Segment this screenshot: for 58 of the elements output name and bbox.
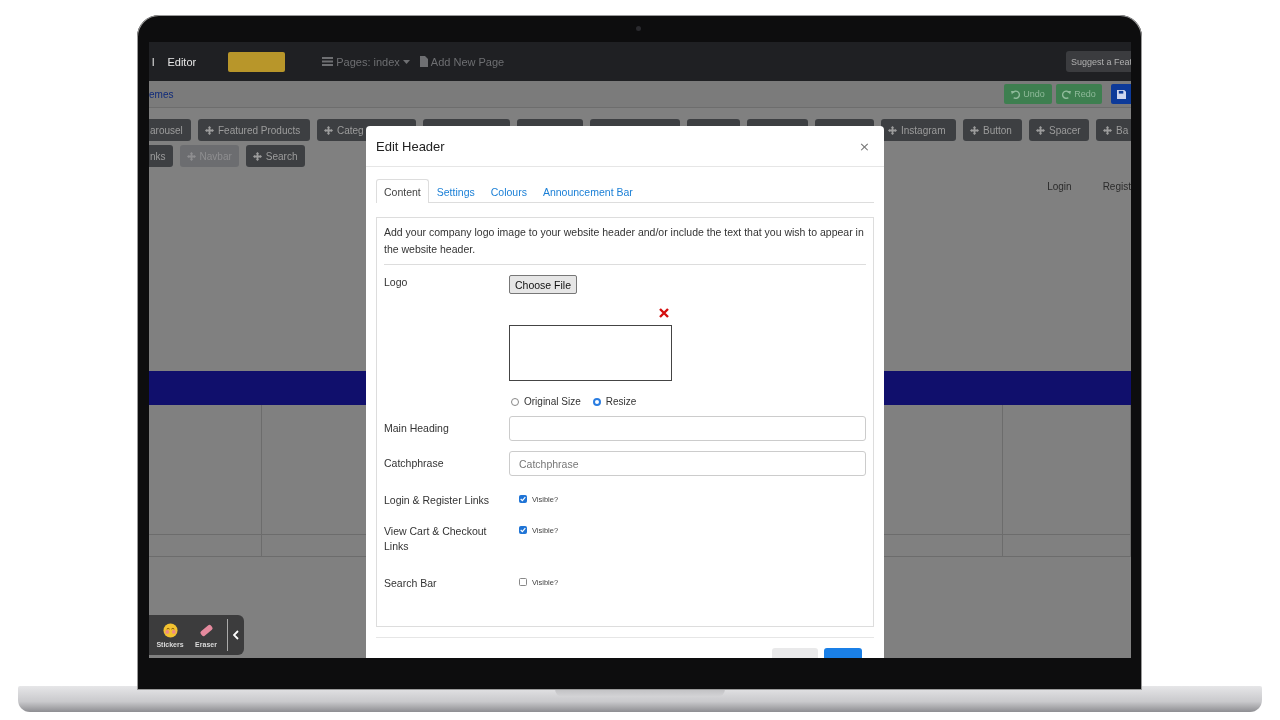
tab[interactable]: Content [376, 179, 429, 203]
tab[interactable]: Announcement Bar [534, 179, 641, 203]
move-icon [324, 125, 333, 135]
block-button[interactable]: Spacer [1029, 119, 1089, 141]
checkbox[interactable] [519, 495, 527, 503]
tab[interactable]: Settings [428, 179, 483, 203]
block-button[interactable]: nks [149, 145, 173, 167]
camera-dot [636, 26, 641, 31]
radio-label: Original Size [524, 396, 581, 407]
field-label: Logo [384, 275, 409, 290]
undo-button[interactable]: Undo [1004, 84, 1052, 104]
remove-icon[interactable] [659, 308, 669, 318]
save-button[interactable] [1111, 84, 1131, 104]
checkbox[interactable] [519, 578, 527, 586]
checkbox[interactable] [519, 526, 527, 534]
move-icon [888, 125, 897, 135]
logo-image[interactable] [228, 51, 286, 72]
field-label: Catchphrase [384, 456, 445, 471]
tab[interactable]: Colours [482, 179, 535, 203]
move-icon [970, 125, 979, 135]
list-icon [322, 57, 334, 66]
move-icon [252, 151, 262, 161]
block-button[interactable]: Ba [1096, 119, 1131, 141]
pages-dropdown[interactable]: Pages: index [322, 55, 410, 68]
redo-button[interactable]: Redo [1056, 84, 1102, 104]
redo-icon [1062, 89, 1072, 99]
move-icon [205, 125, 214, 135]
page-nav-link[interactable]: Login [1047, 181, 1072, 197]
field-label: View Cart & Checkout Links [384, 524, 488, 554]
block-button[interactable]: arousel [149, 119, 191, 141]
radio-button[interactable] [592, 397, 601, 406]
field-label: Main Heading [384, 421, 450, 436]
text-field[interactable] [509, 416, 866, 441]
chevron-left-icon[interactable] [233, 630, 239, 640]
smiley-icon [162, 622, 178, 638]
move-icon [1036, 125, 1045, 135]
move-icon [186, 151, 196, 161]
save-icon [1116, 89, 1126, 99]
block-button[interactable]: Search [245, 145, 305, 167]
themes-link[interactable]: emes [149, 88, 174, 100]
field-label: Login & Register Links [384, 493, 491, 508]
block-button[interactable]: Instagram [881, 119, 956, 141]
add-page-link[interactable]: Add New Page [419, 55, 505, 68]
move-icon [1103, 125, 1112, 135]
caret-icon [402, 59, 410, 64]
page-nav-link[interactable]: Regist [1102, 181, 1131, 197]
choose-file-button[interactable]: Choose File [509, 275, 578, 294]
block-button[interactable]: Button [963, 119, 1022, 141]
field-label: Search Bar [384, 576, 438, 591]
navbar-text[interactable]: l [152, 55, 155, 68]
dialog-title: Edit Header [376, 138, 445, 154]
description-text: Add your company logo image to your website header and/or include the text that you wish to appear in the website header. [384, 225, 865, 257]
block-button[interactable]: Featured Products [198, 119, 310, 141]
text-field[interactable]: Catchphrase [509, 451, 866, 476]
radio-label: Resize [605, 396, 637, 407]
undo-icon [1011, 89, 1021, 99]
file-icon [419, 56, 428, 67]
navbar-text[interactable]: Editor [167, 55, 197, 68]
